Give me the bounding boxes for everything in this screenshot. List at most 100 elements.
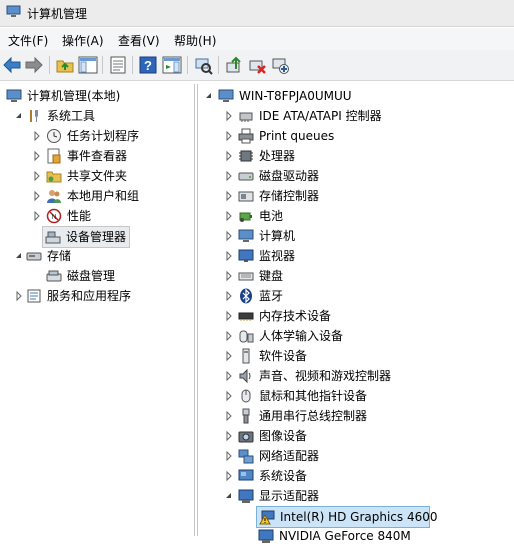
forward-arrow-icon[interactable] (24, 55, 44, 75)
tree-item-device-manager[interactable]: 设备管理器 (42, 226, 130, 248)
device-category[interactable]: 电池 (202, 206, 502, 226)
device-category[interactable]: 监视器 (202, 246, 502, 266)
tree-item-label: 性能 (67, 209, 92, 223)
battery-icon (239, 212, 252, 222)
device-intel-graphics[interactable]: Intel(R) HD Graphics 4600 (256, 506, 438, 528)
expand-arrow-icon[interactable] (224, 286, 234, 306)
expand-arrow-icon[interactable] (224, 186, 234, 206)
expand-arrow-icon[interactable] (224, 326, 234, 346)
expand-arrow-icon[interactable] (32, 146, 42, 166)
tree-item-system-tools[interactable]: 系统工具 (4, 106, 192, 126)
menu-view[interactable]: 查看(V) (116, 32, 162, 49)
expand-arrow-icon[interactable] (224, 106, 234, 126)
device-category[interactable]: 键盘 (202, 266, 502, 286)
device-category[interactable]: 声音、视频和游戏控制器 (202, 366, 502, 386)
device-category[interactable]: 图像设备 (202, 426, 502, 446)
monitor-icon (238, 249, 254, 262)
device-category[interactable]: 计算机 (202, 226, 502, 246)
update-driver-icon[interactable] (224, 55, 244, 75)
scan-hardware-icon[interactable] (193, 55, 213, 75)
tree-item-label: 共享文件夹 (67, 169, 128, 183)
tree-item-shared-folders[interactable]: 共享文件夹 (4, 166, 192, 186)
expand-arrow-icon[interactable] (224, 346, 234, 366)
device-category[interactable]: IDE ATA/ATAPI 控制器 (202, 106, 502, 126)
tree-item-disk-management[interactable]: 磁盘管理 (4, 266, 192, 286)
device-tree-root[interactable]: WIN-T8FPJA0UMUU (202, 86, 502, 106)
tree-item-storage[interactable]: 存储 (4, 246, 192, 266)
expand-arrow-icon[interactable] (224, 446, 234, 466)
device-category[interactable]: 存储控制器 (202, 186, 502, 206)
collapse-arrow-icon[interactable] (14, 106, 24, 126)
tree-item-services-apps[interactable]: 服务和应用程序 (4, 286, 192, 306)
expand-arrow-icon[interactable] (32, 186, 42, 206)
device-tree-pane[interactable]: WIN-T8FPJA0UMUU IDE ATA/ATAPI 控制器 Print … (197, 84, 514, 543)
tree-item-local-users[interactable]: 本地用户和组 (4, 186, 192, 206)
expand-arrow-icon[interactable] (32, 126, 42, 146)
computer-management-icon (6, 5, 21, 17)
expand-arrow-icon[interactable] (224, 406, 234, 426)
device-category[interactable]: 内存技术设备 (202, 306, 502, 326)
device-category[interactable]: 通用串行总线控制器 (202, 406, 502, 426)
expand-arrow-icon[interactable] (224, 146, 234, 166)
expand-arrow-icon[interactable] (224, 306, 234, 326)
device-category[interactable]: 磁盘驱动器 (202, 166, 502, 186)
expand-arrow-icon[interactable] (224, 206, 234, 226)
device-category-display-adapters[interactable]: 显示适配器 (202, 486, 502, 506)
device-category-label: IDE ATA/ATAPI 控制器 (259, 109, 382, 123)
left-tree-pane[interactable]: 计算机管理(本地) 系统工具 任务计划程序 事件查看器 共享文件夹 本地用户和组… (0, 84, 195, 536)
camera-icon (238, 431, 254, 443)
device-category[interactable]: 蓝牙 (202, 286, 502, 306)
menu-bar: 文件(F) 操作(A) 查看(V) 帮助(H) (0, 28, 514, 50)
menu-file[interactable]: 文件(F) (6, 32, 50, 49)
svg-text:?: ? (144, 58, 152, 73)
device-category[interactable]: 处理器 (202, 146, 502, 166)
expand-arrow-icon[interactable] (32, 206, 42, 226)
tree-item-event-viewer[interactable]: 事件查看器 (4, 146, 192, 166)
tree-item-label: 服务和应用程序 (47, 289, 132, 303)
device-category[interactable]: 鼠标和其他指针设备 (202, 386, 502, 406)
expand-arrow-icon[interactable] (224, 426, 234, 446)
device-label: NVIDIA GeForce 840M (279, 529, 411, 543)
collapse-arrow-icon[interactable] (224, 486, 234, 506)
device-category[interactable]: 人体学输入设备 (202, 326, 502, 346)
expand-arrow-icon[interactable] (224, 366, 234, 386)
enable-device-icon[interactable] (270, 55, 290, 75)
tree-root[interactable]: 计算机管理(本地) (4, 86, 192, 106)
disable-device-icon[interactable] (247, 55, 267, 75)
tree-item-task-scheduler[interactable]: 任务计划程序 (4, 126, 192, 146)
show-hide-tree-icon[interactable] (78, 55, 98, 75)
device-category[interactable]: 网络适配器 (202, 446, 502, 466)
up-folder-icon[interactable] (55, 55, 75, 75)
properties-icon[interactable] (108, 55, 128, 75)
expand-arrow-icon[interactable] (224, 126, 234, 146)
device-nvidia-graphics[interactable]: NVIDIA GeForce 840M (256, 526, 496, 546)
show-action-pane-icon[interactable] (162, 55, 182, 75)
device-category[interactable]: Print queues (202, 126, 502, 146)
expand-arrow-icon[interactable] (14, 286, 24, 306)
expand-arrow-icon[interactable] (224, 266, 234, 286)
tree-item-performance[interactable]: N 性能 (4, 206, 192, 226)
expand-arrow-icon[interactable] (224, 386, 234, 406)
computer-name: WIN-T8FPJA0UMUU (239, 89, 352, 103)
toolbar-separator (187, 56, 188, 74)
back-arrow-icon[interactable] (2, 55, 22, 75)
device-category-label: 存储控制器 (259, 189, 320, 203)
menu-help[interactable]: 帮助(H) (172, 32, 218, 49)
expand-arrow-icon[interactable] (224, 466, 234, 486)
collapse-arrow-icon[interactable] (204, 86, 214, 106)
menu-action[interactable]: 操作(A) (60, 32, 106, 49)
expand-arrow-icon[interactable] (224, 226, 234, 246)
device-category[interactable]: 软件设备 (202, 346, 502, 366)
device-category-label: 磁盘驱动器 (259, 169, 320, 183)
help-icon[interactable]: ? (138, 55, 158, 75)
device-category[interactable]: 系统设备 (202, 466, 502, 486)
bluetooth-icon (240, 288, 252, 304)
hid-icon (239, 330, 254, 343)
expand-arrow-icon[interactable] (224, 166, 234, 186)
collapse-arrow-icon[interactable] (14, 246, 24, 266)
expand-arrow-icon[interactable] (32, 166, 42, 186)
device-category-label: 声音、视频和游戏控制器 (259, 369, 392, 383)
system-tools-icon (30, 110, 38, 122)
expand-arrow-icon[interactable] (224, 246, 234, 266)
tree-item-label: 本地用户和组 (67, 189, 140, 203)
